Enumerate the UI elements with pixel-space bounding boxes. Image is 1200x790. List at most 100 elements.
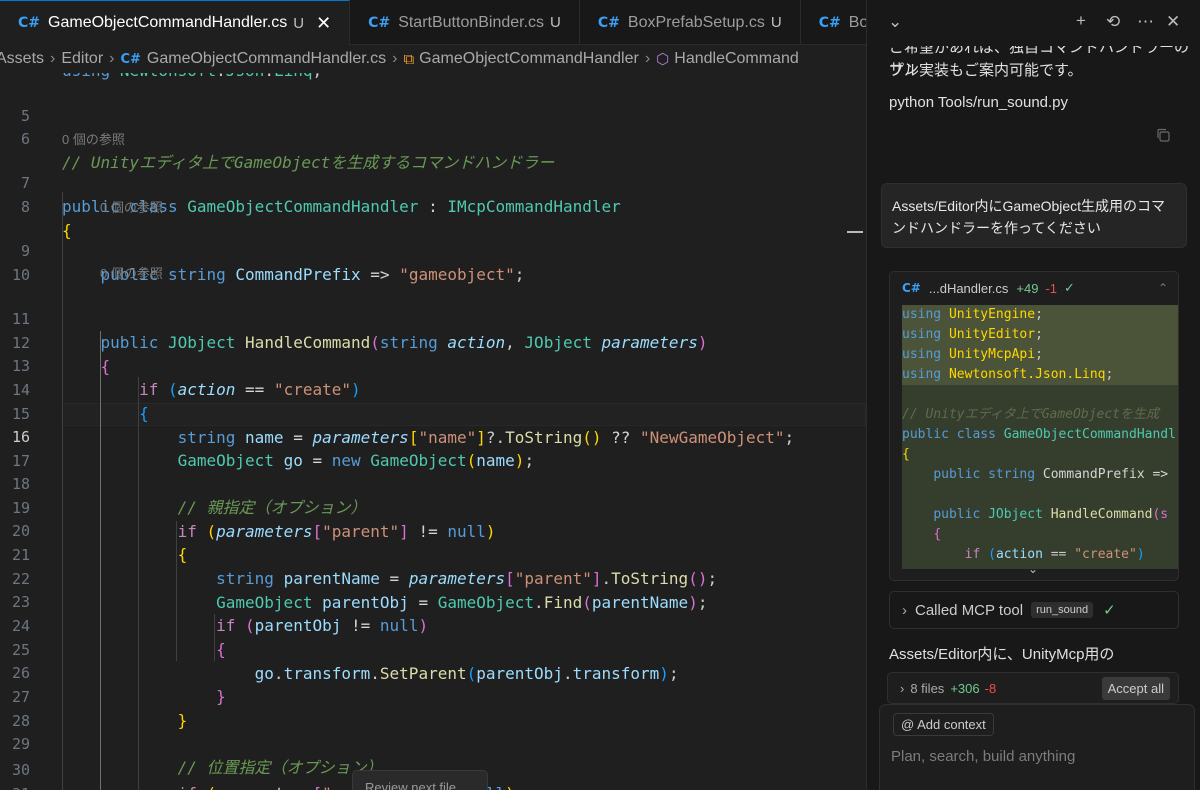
add-context-button[interactable]: @ Add context bbox=[893, 713, 994, 736]
diff-line: // Unityエディタ上でGameObjectを生成 bbox=[902, 407, 1159, 422]
lines-removed-count: -8 bbox=[984, 680, 997, 696]
tab-label: BoxS bbox=[848, 13, 866, 31]
chevron-right-icon: › bbox=[50, 50, 56, 67]
code-line: 26 } bbox=[0, 639, 866, 706]
tab-startbuttonbinder[interactable]: C# StartButtonBinder.cs U bbox=[350, 0, 580, 45]
code-line: 30 if (parameters["position"] != null) bbox=[0, 736, 866, 790]
csharp-file-icon: C# bbox=[368, 14, 391, 31]
diff-line: public string CommandPrefix => bbox=[933, 467, 1169, 482]
lines-added-count: +49 bbox=[1016, 280, 1039, 296]
code-line: 22 GameObject parentObj = GameObject.Fin… bbox=[0, 545, 866, 612]
tab-boxs[interactable]: C# BoxS bbox=[801, 0, 866, 45]
code-line: 25 go.transform.SetParent(parentObj.tran… bbox=[0, 616, 866, 683]
code-line: 23 if (parentObj != null) bbox=[0, 568, 866, 635]
code-line: 13 if (action == "create") bbox=[0, 332, 866, 399]
chevron-down-icon[interactable]: ⌄ bbox=[888, 12, 902, 32]
review-next-file-button[interactable]: Review next file bbox=[352, 770, 488, 790]
tab-boxprefabsetup[interactable]: C# BoxPrefabSetup.cs U bbox=[580, 0, 801, 45]
code-line: 6 // Unityエディタ上でGameObjectを生成するコマンドハンドラー bbox=[0, 105, 866, 172]
code-line: 21 string parentName = parameters["paren… bbox=[0, 521, 866, 588]
tool-name-badge: run_sound bbox=[1031, 602, 1094, 618]
editor-tab-bar: C# GameObjectCommandHandler.cs U ✕ C# St… bbox=[0, 0, 866, 45]
check-icon: ✓ bbox=[1064, 280, 1075, 295]
diff-card-header[interactable]: C# ...dHandler.cs +49 -1 ✓ ⌃ bbox=[890, 272, 1178, 304]
diff-line: if (action == "create") bbox=[964, 547, 1145, 562]
csharp-file-icon: C# bbox=[902, 281, 921, 295]
csharp-file-icon: C# bbox=[597, 14, 620, 31]
codelens-references[interactable]: 0 個の参照 bbox=[62, 131, 125, 149]
diff-line: public class GameObjectCommandHandl bbox=[902, 427, 1176, 442]
code-line: 16 GameObject go = new GameObject(name); bbox=[0, 403, 866, 470]
new-chat-plus-icon[interactable]: + bbox=[1076, 11, 1086, 31]
expand-diff-chevron-icon[interactable]: ⌄ bbox=[1028, 562, 1038, 576]
lines-removed-count: -1 bbox=[1045, 280, 1057, 296]
chevron-right-icon: › bbox=[902, 601, 907, 619]
chat-composer[interactable]: @ Add context bbox=[879, 704, 1195, 790]
code-line: 8 { bbox=[0, 173, 866, 240]
tab-gameobjectcommandhandler[interactable]: C# GameObjectCommandHandler.cs U ✕ bbox=[0, 0, 351, 45]
code-line: 28 bbox=[0, 687, 866, 730]
changed-files-bar[interactable]: › 8 files +306 -8 Accept all bbox=[887, 672, 1179, 704]
code-editor[interactable]: using Newtonsoft.Json.Linq; 5 6 // Unity… bbox=[0, 0, 866, 790]
scrollbar-marker[interactable] bbox=[847, 231, 863, 233]
tab-label: BoxPrefabSetup.cs bbox=[627, 13, 765, 31]
method-symbol-icon: ⬡ bbox=[656, 51, 670, 68]
csharp-file-icon: C# bbox=[120, 51, 141, 67]
check-icon: ✓ bbox=[1103, 602, 1116, 619]
tab-label: StartButtonBinder.cs bbox=[398, 13, 545, 31]
code-line: 18 // 親指定（オプション） bbox=[0, 450, 866, 517]
expand-collapse-icon[interactable]: ⌃ bbox=[1158, 281, 1168, 295]
diff-code-preview: using UnityEngine; using UnityEditor; us… bbox=[902, 305, 1178, 569]
line-number: 31 bbox=[0, 783, 30, 790]
chat-input[interactable] bbox=[891, 745, 1181, 767]
mcp-tool-call-card[interactable]: › Called MCP tool run_sound ✓ bbox=[889, 591, 1179, 629]
codelens-references[interactable]: 0 個の参照 bbox=[100, 199, 163, 217]
code-line: 24 { bbox=[0, 592, 866, 659]
panel-header: ⌄ + ⟲ ⋯ ✕ bbox=[867, 0, 1200, 45]
diff-line: using UnityEditor; bbox=[902, 327, 1043, 342]
chevron-right-icon: › bbox=[109, 50, 115, 67]
assistant-message-line: プル実装もご案内可能です。 bbox=[889, 62, 1083, 79]
untracked-indicator: U bbox=[770, 14, 782, 31]
accept-all-button[interactable]: Accept all bbox=[1101, 677, 1170, 700]
more-options-icon[interactable]: ⋯ bbox=[1137, 12, 1154, 32]
diff-line: public JObject HandleCommand(s bbox=[933, 507, 1169, 522]
untracked-indicator: U bbox=[550, 14, 561, 31]
line-number: 10 bbox=[11, 266, 30, 284]
breadcrumb-file[interactable]: GameObjectCommandHandler.cs bbox=[147, 50, 386, 68]
code-line: 19 if (parameters["parent"] != null) bbox=[0, 474, 866, 541]
breadcrumb-class[interactable]: GameObjectCommandHandler bbox=[419, 50, 639, 68]
user-message[interactable]: Assets/Editor内にGameObject生成用のコマンドハンドラーを作… bbox=[881, 183, 1187, 248]
chevron-right-icon: › bbox=[900, 680, 905, 696]
csharp-file-icon: C# bbox=[818, 14, 841, 31]
breadcrumb: Assets › Editor › C# GameObjectCommandHa… bbox=[0, 45, 862, 73]
assistant-response-text: Assets/Editor内に、UnityMcp用の bbox=[889, 646, 1115, 663]
code-line: 15 string name = parameters["name"]?.ToS… bbox=[0, 380, 866, 447]
ai-chat-panel: ⌄ + ⟲ ⋯ ✕ ご希望があれば、独自コマンドハンドラーのサン プル実装もご案… bbox=[866, 0, 1200, 790]
add-context-label: Add context bbox=[917, 717, 986, 732]
class-symbol-icon: ⧉ bbox=[403, 50, 415, 68]
close-panel-icon[interactable]: ✕ bbox=[1166, 12, 1180, 32]
breadcrumb-method[interactable]: HandleCommand bbox=[674, 50, 799, 68]
tool-call-label: Called MCP tool bbox=[915, 601, 1024, 619]
breadcrumb-folder-assets[interactable]: Assets bbox=[0, 50, 44, 68]
code-line: 12 { bbox=[0, 309, 866, 376]
chevron-right-icon: › bbox=[644, 50, 651, 67]
code-line: 17 bbox=[0, 427, 866, 470]
code-line: 29 // 位置指定（オプション） bbox=[0, 710, 866, 777]
code-line: 20 { bbox=[0, 497, 866, 564]
close-tab-icon[interactable]: ✕ bbox=[316, 13, 331, 34]
file-diff-card[interactable]: C# ...dHandler.cs +49 -1 ✓ ⌃ using Unity… bbox=[889, 271, 1179, 581]
code-line: 14 { bbox=[0, 356, 866, 423]
line-number: 8 bbox=[20, 198, 30, 216]
csharp-file-icon: C# bbox=[18, 15, 41, 31]
diff-filename: ...dHandler.cs bbox=[928, 280, 1009, 296]
code-area[interactable]: using Newtonsoft.Json.Linq; 5 6 // Unity… bbox=[0, 56, 866, 790]
history-icon[interactable]: ⟲ bbox=[1106, 12, 1120, 32]
code-line: 7 public class GameObjectCommandHandler … bbox=[0, 149, 866, 216]
breadcrumb-folder-editor[interactable]: Editor bbox=[61, 50, 103, 68]
line-number: 6 bbox=[20, 130, 30, 148]
copy-icon[interactable] bbox=[1156, 128, 1170, 142]
chevron-right-icon: › bbox=[392, 50, 398, 67]
codelens-references[interactable]: 0 個の参照 bbox=[100, 265, 163, 283]
